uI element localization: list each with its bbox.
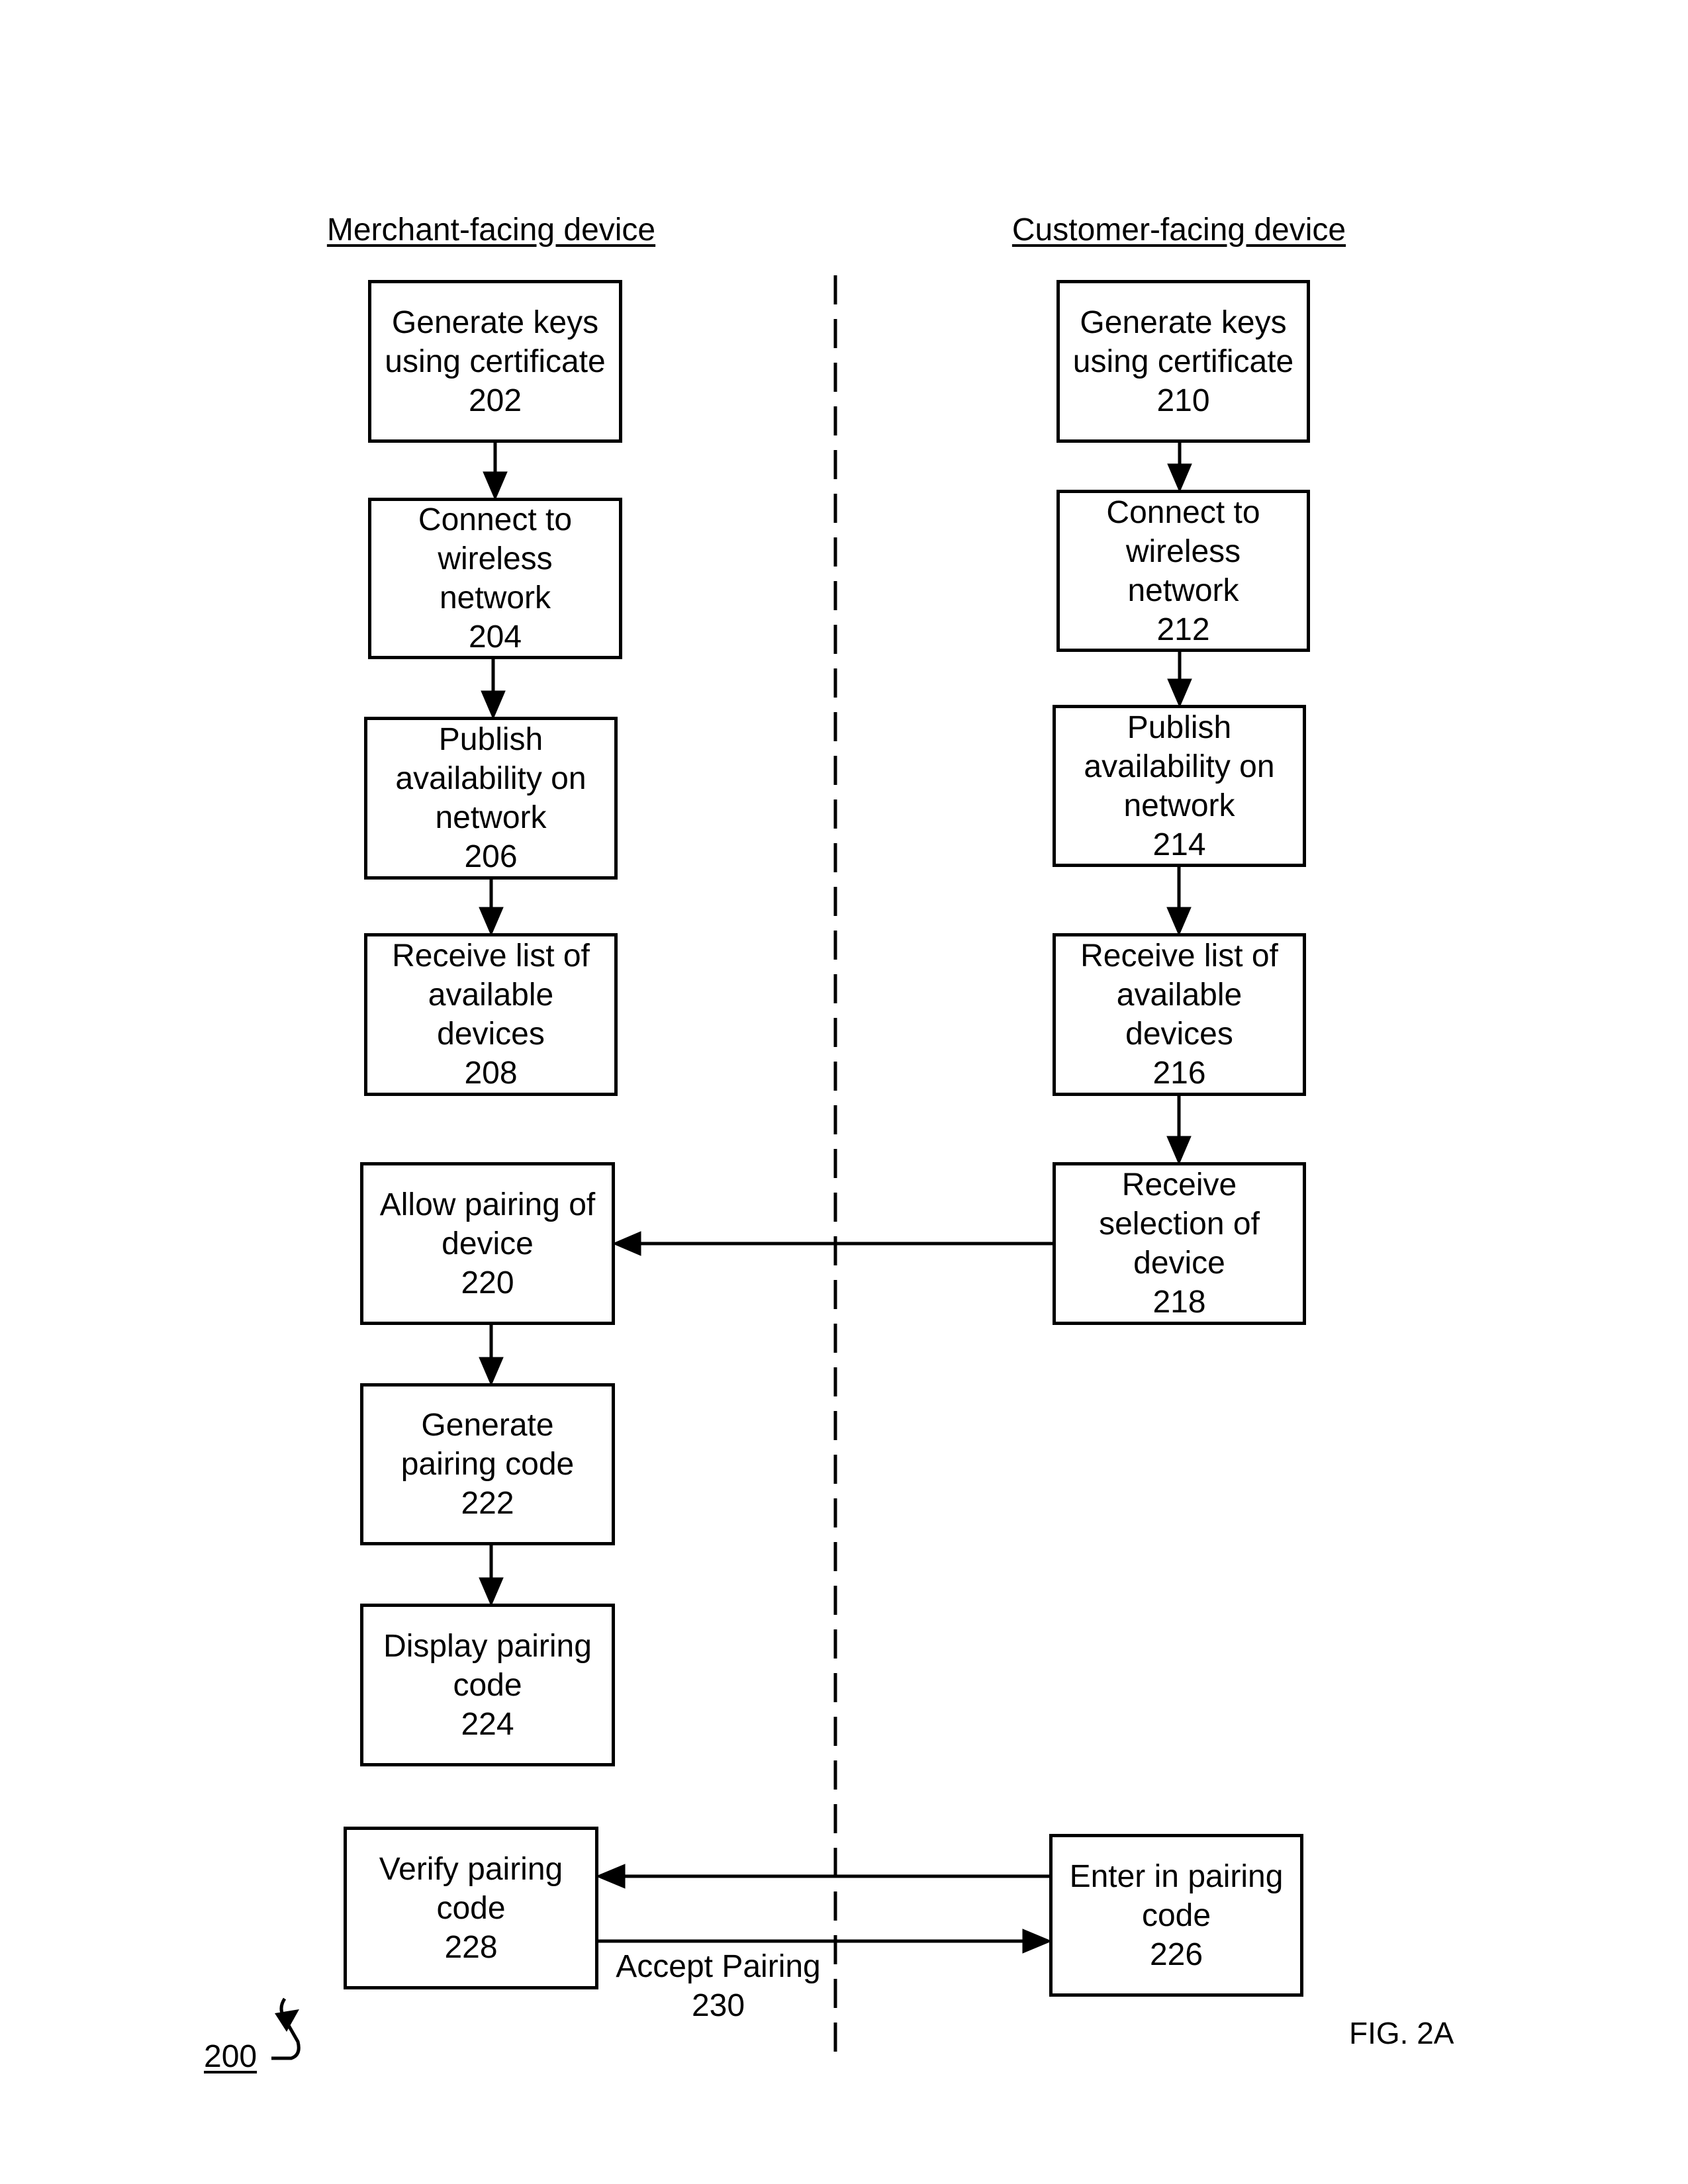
arrowhead (612, 1231, 641, 1256)
step-text: wireless (438, 541, 553, 576)
step-text: available (428, 978, 554, 1013)
step-text: using certificate (385, 343, 606, 379)
step-208-receive-list: Receive list of available devices 208 (364, 933, 618, 1096)
step-text: code (436, 1890, 506, 1926)
arrowhead (483, 471, 508, 501)
step-text: network (1127, 572, 1239, 608)
accept-pairing-label: Accept Pairing 230 (616, 1947, 821, 2025)
arrowhead (1167, 678, 1192, 708)
step-text: network (439, 580, 551, 615)
step-220-allow-pairing: Allow pairing of device 220 (360, 1162, 615, 1325)
step-text: using certificate (1072, 343, 1294, 379)
merchant-lane-header: Merchant-facing device (326, 212, 656, 248)
step-text: Verify pairing (379, 1851, 563, 1887)
arrowhead (479, 1357, 504, 1387)
step-text: code (453, 1667, 522, 1703)
step-text: availability on (395, 761, 586, 796)
arrowhead (1167, 463, 1192, 493)
step-text: Publish (1127, 709, 1232, 745)
step-text: code (1141, 1897, 1211, 1933)
step-ref: 228 (444, 1929, 498, 1965)
arrowhead (479, 1577, 504, 1607)
step-text: devices (437, 1017, 545, 1052)
step-text: available (1116, 978, 1243, 1013)
step-text: Generate keys (391, 304, 599, 340)
step-ref: 202 (468, 383, 522, 418)
step-text: Publish (438, 722, 543, 757)
connectors (271, 275, 1192, 2064)
step-text: device (442, 1226, 534, 1261)
step-210-generate-keys: Generate keys using certificate 210 (1056, 280, 1310, 443)
step-214-publish-availability: Publish availability on network 214 (1053, 705, 1306, 867)
step-226-enter-pairing-code: Enter in pairing code 226 (1049, 1834, 1303, 1997)
step-ref: 206 (464, 839, 518, 874)
figure-reference-number: 200 (204, 2039, 258, 2074)
step-text: selection of (1099, 1206, 1260, 1242)
step-224-display-pairing-code: Display pairing code 224 (360, 1604, 615, 1766)
step-202-generate-keys: Generate keys using certificate 202 (368, 280, 622, 443)
step-text: wireless (1125, 533, 1241, 569)
step-text: Allow pairing of (379, 1187, 596, 1222)
step-222-generate-pairing-code: Generate pairing code 222 (360, 1383, 615, 1545)
step-text: network (1123, 788, 1235, 823)
label-text: Accept Pairing (616, 1949, 821, 1984)
label-ref: 230 (691, 1988, 745, 2023)
step-ref: 210 (1156, 383, 1210, 418)
step-ref: 222 (461, 1486, 514, 1521)
step-text: Receive list of (1080, 938, 1278, 974)
step-ref: 214 (1152, 827, 1206, 862)
step-text: device (1133, 1246, 1225, 1281)
ref-arrowhead (275, 2009, 299, 2032)
arrowhead (479, 907, 504, 936)
figure-label: FIG. 2A (1349, 2016, 1454, 2050)
step-ref: 224 (461, 1706, 514, 1742)
step-text: Generate keys (1080, 304, 1287, 340)
step-ref: 216 (1152, 1056, 1206, 1091)
step-text: devices (1125, 1017, 1233, 1052)
arrowhead (481, 690, 506, 720)
step-206-publish-availability: Publish availability on network 206 (364, 717, 618, 880)
step-text: pairing code (400, 1447, 575, 1482)
step-ref: 226 (1149, 1936, 1203, 1972)
customer-lane-header: Customer-facing device (1011, 212, 1346, 248)
step-216-receive-list: Receive list of available devices 216 (1053, 933, 1306, 1096)
step-ref: 212 (1156, 612, 1210, 647)
arrowhead (1166, 907, 1192, 936)
arrowhead (1166, 1136, 1192, 1165)
step-text: Receive (1121, 1167, 1237, 1203)
step-212-connect-network: Connect to wireless network 212 (1056, 490, 1310, 652)
step-228-verify-pairing-code: Verify pairing code 228 (344, 1827, 598, 1989)
step-text: network (435, 800, 547, 835)
step-ref: 220 (461, 1265, 514, 1300)
step-218-receive-selection: Receive selection of device 218 (1053, 1162, 1306, 1325)
step-text: Generate (421, 1408, 554, 1443)
step-text: Connect to (1106, 494, 1260, 530)
step-ref: 218 (1152, 1285, 1206, 1320)
arrowhead (1022, 1929, 1053, 1954)
step-text: Enter in pairing (1069, 1858, 1284, 1894)
step-text: availability on (1084, 749, 1275, 784)
step-text: Receive list of (392, 938, 590, 974)
step-ref: 204 (468, 619, 522, 655)
step-ref: 208 (464, 1056, 518, 1091)
step-text: Display pairing (383, 1628, 592, 1664)
step-text: Connect to (418, 502, 573, 537)
arrowhead (595, 1864, 626, 1889)
step-204-connect-network: Connect to wireless network 204 (368, 498, 622, 659)
